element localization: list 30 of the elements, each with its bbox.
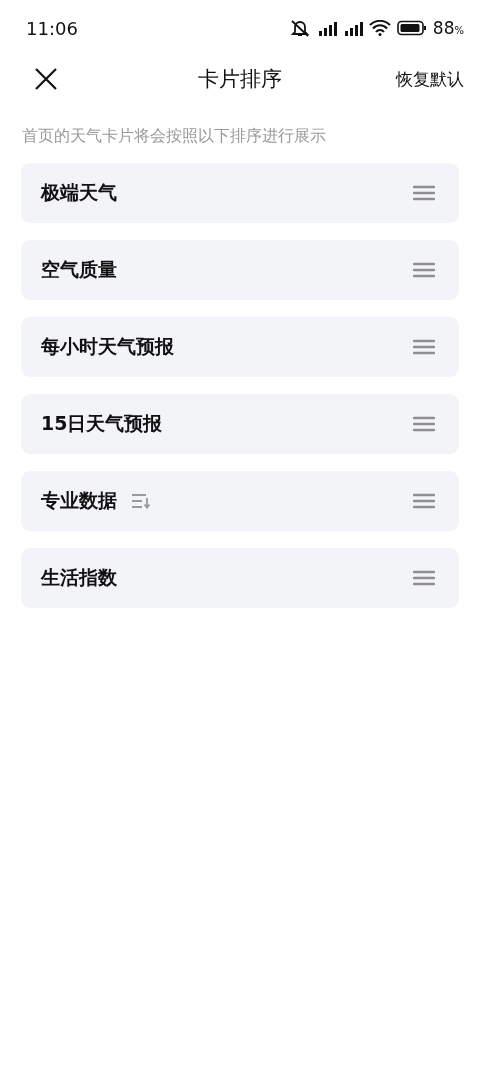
drag-handle-icon[interactable] — [413, 262, 435, 278]
close-button[interactable] — [34, 67, 58, 91]
card-label: 极端天气 — [41, 180, 117, 205]
battery-icon — [396, 20, 427, 36]
mute-icon — [288, 19, 311, 37]
page-title: 卡片排序 — [198, 67, 282, 91]
card-row[interactable]: 空气质量 — [21, 240, 459, 300]
card-label: 专业数据 — [41, 488, 117, 513]
card-row[interactable]: 生活指数 — [21, 548, 459, 608]
signal-icon — [316, 20, 337, 36]
card-label: 生活指数 — [41, 565, 117, 590]
drag-handle-icon[interactable] — [413, 416, 435, 432]
drag-handle-icon[interactable] — [413, 493, 435, 509]
restore-default-button[interactable]: 恢复默认 — [396, 67, 464, 91]
wifi-icon — [368, 20, 391, 36]
card-row[interactable]: 极端天气 — [21, 163, 459, 223]
card-label: 15日天气预报 — [41, 411, 163, 436]
drag-handle-icon[interactable] — [413, 339, 435, 355]
drag-handle-icon[interactable] — [413, 570, 435, 586]
card-row[interactable]: 每小时天气预报 — [21, 317, 459, 377]
card-label: 每小时天气预报 — [41, 334, 174, 359]
signal-icon — [342, 20, 363, 36]
battery-percent: 88% — [432, 18, 464, 38]
status-time: 11:06 — [26, 17, 78, 39]
sort-icon[interactable] — [131, 493, 151, 509]
description-text: 首页的天气卡片将会按照以下排序进行展示 — [22, 127, 326, 145]
drag-handle-icon[interactable] — [413, 185, 435, 201]
card-label: 空气质量 — [41, 257, 117, 282]
card-row[interactable]: 专业数据 — [21, 471, 459, 531]
card-row[interactable]: 15日天气预报 — [21, 394, 459, 454]
